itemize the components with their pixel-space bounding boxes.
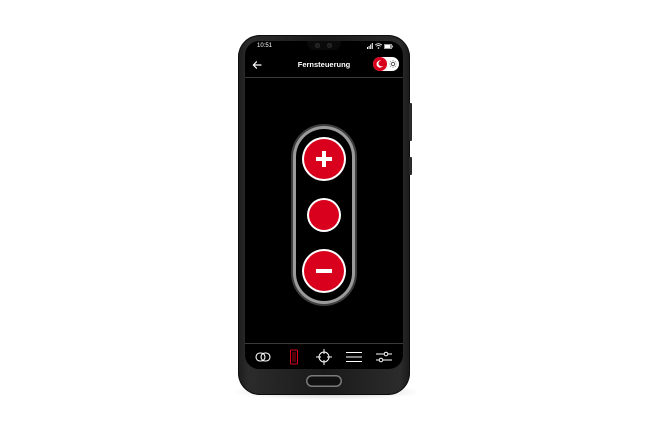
- device-icon: [290, 349, 298, 365]
- sliders-icon: [376, 351, 392, 363]
- sun-icon: [389, 60, 397, 68]
- nav-item-device[interactable]: [284, 348, 304, 366]
- phone-device: 10:51 Fernsteuerung: [238, 35, 412, 395]
- status-icons: [367, 43, 393, 49]
- stage: 10:51 Fernsteuerung: [0, 0, 649, 433]
- bottom-nav: [245, 343, 403, 369]
- link-icon: [255, 352, 271, 362]
- nav-item-link[interactable]: [253, 348, 273, 366]
- phone-screen: 10:51 Fernsteuerung: [245, 41, 403, 369]
- home-button[interactable]: [306, 375, 342, 387]
- menu-icon: [346, 351, 362, 363]
- battery-icon: [384, 44, 393, 49]
- signal-icon: [367, 43, 373, 49]
- power-button: [409, 157, 412, 175]
- app-header: Fernsteuerung: [245, 55, 403, 78]
- nav-item-target[interactable]: [314, 348, 334, 366]
- center-button[interactable]: [309, 200, 339, 230]
- status-bar: 10:51: [245, 41, 403, 51]
- volume-button: [409, 103, 412, 141]
- crosshair-icon: [316, 349, 332, 365]
- minus-icon: [316, 269, 332, 273]
- minus-button[interactable]: [304, 251, 344, 291]
- plus-button[interactable]: [304, 139, 344, 179]
- nav-item-settings[interactable]: [374, 348, 394, 366]
- theme-toggle[interactable]: [373, 57, 399, 71]
- status-time: 10:51: [257, 43, 273, 49]
- nav-item-menu[interactable]: [344, 348, 364, 366]
- plus-icon-vertical: [322, 151, 326, 167]
- moon-icon: [373, 57, 387, 71]
- remote-control-panel: [296, 129, 352, 301]
- wifi-icon: [375, 43, 382, 49]
